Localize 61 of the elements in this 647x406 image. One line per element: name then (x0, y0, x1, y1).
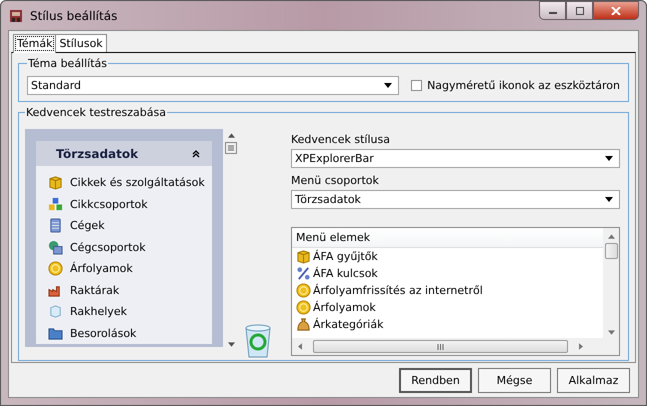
scroll-left-arrow-icon[interactable] (298, 343, 302, 350)
scrollbar-thumb[interactable] (313, 340, 568, 353)
dropdown[interactable]: Törzsadatok (291, 190, 620, 209)
coin-icon (296, 283, 311, 298)
group-title: Téma beállítás (27, 57, 108, 70)
group-header[interactable]: Törzsadatok (36, 141, 212, 166)
maximize-button[interactable] (566, 1, 593, 20)
checkbox-label: Nagyméretű ikonok az eszköztáron (427, 79, 620, 92)
percent-icon (296, 266, 311, 281)
dialog-button[interactable]: Alkalmaz (557, 368, 630, 393)
list-item[interactable]: Árfolyamfrissítés az internetről (313, 284, 483, 297)
scroll-up-arrow-icon[interactable] (608, 234, 614, 239)
recycle-bin-icon[interactable] (243, 324, 273, 358)
collapse-chevron-icon[interactable] (192, 150, 200, 158)
dropdown-arrow-icon (605, 197, 613, 202)
scroll-thumb-icon[interactable] (225, 142, 237, 154)
tab[interactable]: Stílusok (55, 34, 107, 52)
scrollbar-thumb[interactable] (604, 243, 618, 259)
menu-link[interactable]: Raktárak (70, 284, 120, 297)
menu-link[interactable]: Cikkek és szolgáltatások (70, 176, 205, 190)
box-icon (296, 249, 311, 264)
checkbox[interactable] (411, 80, 422, 91)
scroll-up-arrow-icon[interactable] (228, 133, 234, 138)
window-title: Stílus beállítás (30, 8, 118, 22)
menu-link[interactable]: Árfolyamok (70, 262, 133, 276)
coin-icon (296, 300, 311, 315)
folder-icon (48, 326, 63, 341)
scroll-right-arrow-icon[interactable] (579, 343, 583, 350)
close-icon (611, 6, 621, 14)
list-item[interactable]: Árfolyamok (313, 301, 376, 314)
maximize-icon (574, 6, 584, 14)
minimize-button[interactable] (539, 1, 566, 20)
dialog-button[interactable]: Rendben (399, 368, 472, 393)
cube-icon (48, 304, 63, 320)
group-header-title: Törzsadatok (56, 146, 138, 160)
money-bag-icon (296, 317, 311, 332)
tab[interactable]: Témák (13, 34, 56, 53)
dropdown[interactable]: Standard (27, 76, 400, 95)
coin-icon (48, 261, 63, 276)
list-item[interactable]: Árkategóriák (313, 318, 384, 331)
box-icon (48, 175, 63, 190)
field-label: Kedvencek stílusa (291, 133, 391, 146)
dropdown-arrow-icon (384, 83, 392, 88)
dialog-button[interactable]: Mégse (478, 368, 551, 393)
list-item[interactable]: ÁFA gyűjtők (313, 250, 378, 263)
close-button[interactable] (593, 1, 639, 20)
menu-link[interactable]: Rakhelyek (70, 305, 127, 318)
menu-link[interactable]: Besorolások (70, 326, 136, 340)
grip-icon (437, 344, 444, 350)
list-item[interactable]: ÁFA kulcsok (313, 267, 378, 280)
menu-link[interactable]: Cikkcsoportok (70, 198, 148, 211)
scroll-down-arrow-icon[interactable] (228, 342, 234, 347)
menu-link[interactable]: Cégcsoportok (70, 240, 146, 254)
blocks-icon (48, 196, 63, 212)
dropdown-arrow-icon (605, 156, 613, 161)
scroll-down-arrow-icon[interactable] (608, 330, 614, 335)
menu-link[interactable]: Cégek (70, 219, 105, 232)
dropdown[interactable]: XPExplorerBar (291, 149, 620, 168)
field-label: Menü csoportok (291, 174, 380, 187)
app-icon (8, 8, 24, 24)
group-title: Kedvencek testreszabása (25, 106, 167, 119)
